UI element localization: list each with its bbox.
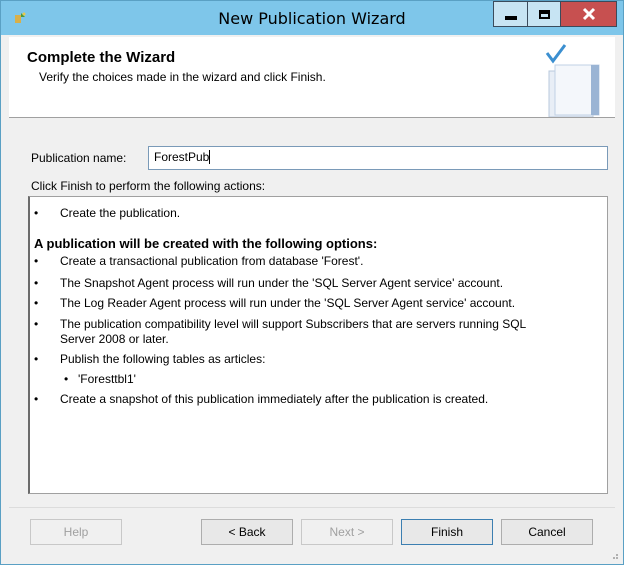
bullet: • [34, 296, 39, 310]
publication-name-value: ForestPub [154, 150, 210, 164]
list-item-text: The publication compatibility level will… [60, 317, 527, 331]
next-button[interactable]: Next > [301, 519, 393, 545]
help-button[interactable]: Help [30, 519, 122, 545]
close-icon [582, 7, 595, 21]
title-bar[interactable]: New Publication Wizard [1, 1, 623, 35]
footer-divider [9, 507, 615, 508]
maximize-button[interactable] [527, 1, 561, 27]
cancel-button[interactable]: Cancel [501, 519, 593, 545]
sub-list-item-text: 'Foresttbl1' [78, 372, 136, 386]
text-caret [209, 150, 211, 164]
page-subtitle: Verify the choices made in the wizard an… [39, 70, 326, 84]
page-title: Complete the Wizard [27, 49, 176, 66]
list-item-text: Create a snapshot of this publication im… [60, 392, 489, 406]
finish-button[interactable]: Finish [401, 519, 493, 545]
list-item-text: Server 2008 or later. [60, 332, 169, 346]
bullet: • [34, 317, 39, 331]
bullet: • [34, 392, 39, 406]
wizard-header: Complete the Wizard Verify the choices m… [9, 37, 615, 118]
list-item-text: Create a transactional publication from … [60, 254, 364, 268]
minimize-button[interactable] [493, 1, 527, 27]
resize-grip-icon[interactable] [609, 550, 619, 560]
list-item-text: The Log Reader Agent process will run un… [60, 296, 516, 310]
publication-name-label: Publication name: [31, 151, 127, 165]
bullet: • [64, 372, 69, 386]
actions-summary-box[interactable]: • Create the publication. A publication … [28, 196, 608, 494]
list-item-text: Create the publication. [60, 206, 181, 220]
maximize-icon [538, 9, 550, 19]
bullet: • [34, 352, 39, 366]
instruction-text: Click Finish to perform the following ac… [31, 179, 266, 193]
minimize-icon [504, 16, 517, 20]
list-item-text: Publish the following tables as articles… [60, 352, 266, 366]
options-heading: A publication will be created with the f… [34, 236, 378, 251]
list-item-text: The Snapshot Agent process will run unde… [60, 276, 504, 290]
bullet: • [34, 254, 39, 268]
wizard-checkmark-book-icon [545, 44, 600, 117]
publication-name-input[interactable]: ForestPub [148, 146, 608, 170]
bullet: • [34, 206, 39, 220]
bullet: • [34, 276, 39, 290]
close-button[interactable] [561, 1, 617, 27]
wizard-window: New Publication Wizard Complete the Wiza… [0, 0, 624, 565]
back-button[interactable]: < Back [201, 519, 293, 545]
